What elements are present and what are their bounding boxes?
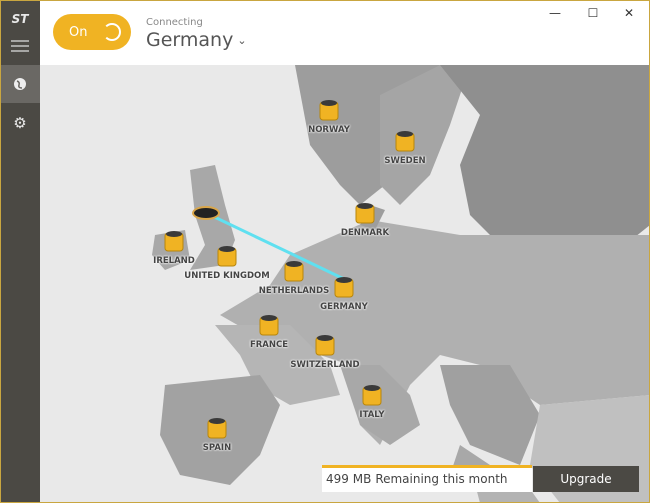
map[interactable]: NORWAY SWEDEN DENMARK IRELAND UNITED KINGDOM… <box>40 65 650 503</box>
country-label: UNITED KINGDOM <box>184 271 270 281</box>
data-remaining-text: Remaining this month <box>375 472 508 486</box>
server-marker-netherlands[interactable] <box>284 259 304 283</box>
country-label: IRELAND <box>153 256 195 266</box>
country-name: Germany <box>146 29 234 51</box>
country-label: SPAIN <box>202 443 232 453</box>
country-label: SWITZERLAND <box>290 360 360 370</box>
server-marker-france[interactable] <box>259 313 279 337</box>
server-marker-norway[interactable] <box>319 98 339 122</box>
server-marker-sweden[interactable] <box>395 129 415 153</box>
header: On Connecting Germany ⌄ — ☐ ✕ <box>40 0 650 65</box>
server-marker-ireland[interactable] <box>164 229 184 253</box>
country-label: FRANCE <box>249 340 289 350</box>
data-remaining: 499 MB Remaining this month <box>322 465 532 492</box>
maximize-button[interactable]: ☐ <box>578 4 608 22</box>
bear-hole-icon <box>192 206 220 220</box>
sidebar: ST ⚙ <box>0 0 40 503</box>
server-marker-denmark[interactable] <box>355 201 375 225</box>
server-marker-italy[interactable] <box>362 383 382 407</box>
country-label: DENMARK <box>340 228 390 238</box>
country-label: GERMANY <box>320 302 368 312</box>
server-marker-germany[interactable] <box>334 275 354 299</box>
data-amount: 499 MB <box>326 472 372 486</box>
spinner-icon <box>103 23 121 41</box>
country-label: ITALY <box>359 410 385 420</box>
connect-toggle[interactable]: On <box>53 14 131 50</box>
connection-status: Connecting <box>146 17 203 28</box>
server-marker-united-kingdom[interactable] <box>217 244 237 268</box>
country-label: NORWAY <box>308 125 350 135</box>
country-select[interactable]: Germany ⌄ <box>146 29 247 51</box>
country-label: NETHERLANDS <box>258 286 330 296</box>
country-label: SWEDEN <box>384 156 426 166</box>
server-marker-spain[interactable] <box>207 416 227 440</box>
toggle-label: On <box>69 24 88 40</box>
chevron-down-icon: ⌄ <box>237 33 247 47</box>
menu-icon[interactable] <box>0 27 40 65</box>
gear-icon[interactable]: ⚙ <box>0 104 40 142</box>
globe-icon[interactable] <box>0 65 40 103</box>
close-button[interactable]: ✕ <box>614 4 644 22</box>
server-marker-switzerland[interactable] <box>315 333 335 357</box>
upgrade-button[interactable]: Upgrade <box>533 466 639 492</box>
minimize-button[interactable]: — <box>540 4 570 22</box>
